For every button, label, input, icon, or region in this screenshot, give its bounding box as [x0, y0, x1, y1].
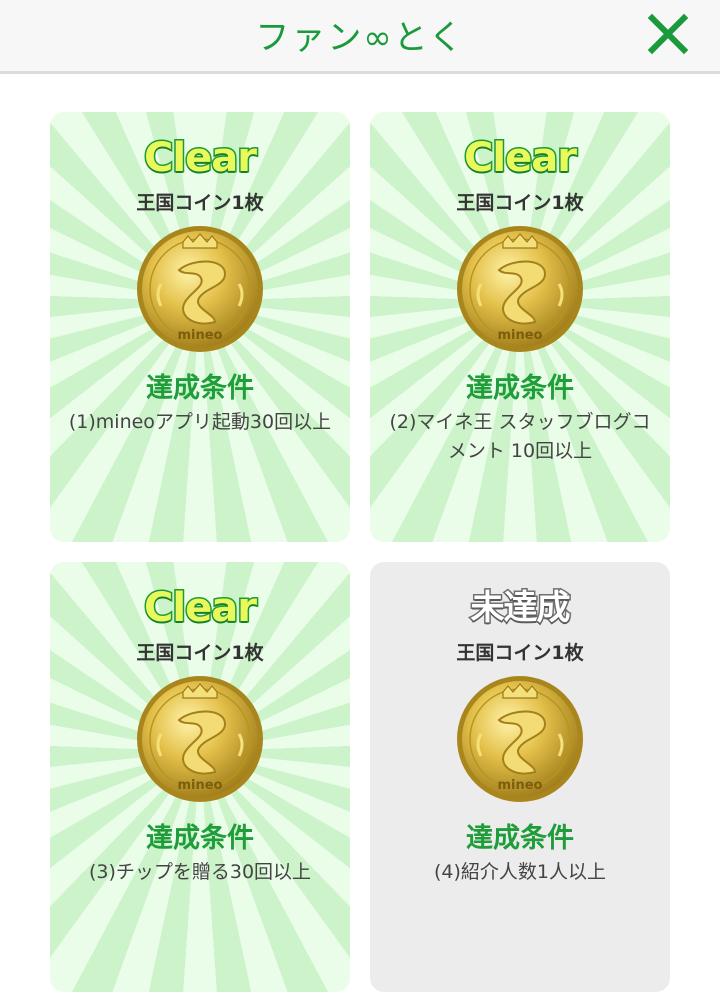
coin-brand: mineo	[177, 778, 222, 793]
reward-label: 王国コイン1枚	[136, 192, 264, 214]
coin-brand: mineo	[177, 328, 222, 343]
mineo-coin-icon: mineo	[137, 226, 263, 352]
status-badge: Clear	[463, 134, 579, 183]
status-badge: Clear	[143, 134, 259, 183]
mission-card[interactable]: Clear 王国コイン1枚 mineo 達成条件 (2)マイネ王 スタッフブログ…	[370, 112, 670, 542]
coin-brand: mineo	[497, 328, 542, 343]
condition-text: (2)マイネ王 スタッフブログコメント 10回以上	[389, 411, 651, 462]
status-badge: 未達成	[469, 587, 572, 630]
condition-title: 達成条件	[146, 823, 254, 854]
condition-title: 達成条件	[466, 373, 574, 404]
mission-card[interactable]: Clear 王国コイン1枚 mineo 達成条件 (3)チップを贈る30回以上	[50, 562, 350, 992]
mission-grid: Clear 王国コイン1枚 mineo 達成条件 (1)mineoアプリ起動30…	[0, 0, 720, 1004]
mineo-coin-icon: mineo	[457, 226, 583, 352]
condition-title: 達成条件	[146, 373, 254, 404]
condition-title: 達成条件	[466, 823, 574, 854]
coin-brand: mineo	[497, 778, 542, 793]
reward-label: 王国コイン1枚	[456, 642, 584, 664]
condition-text: (1)mineoアプリ起動30回以上	[68, 411, 332, 433]
mineo-coin-icon: mineo	[457, 676, 583, 802]
condition-text: (4)紹介人数1人以上	[433, 861, 606, 883]
reward-label: 王国コイン1枚	[136, 642, 264, 664]
mineo-coin-icon: mineo	[137, 676, 263, 802]
status-badge: Clear	[143, 584, 259, 633]
mission-card[interactable]: 未達成 王国コイン1枚 mineo 達成条件 (4)紹介人数1人以上	[370, 562, 670, 992]
reward-label: 王国コイン1枚	[456, 192, 584, 214]
condition-text: (3)チップを贈る30回以上	[88, 861, 312, 883]
mission-card[interactable]: Clear 王国コイン1枚 mineo 達成条件 (1)mineoアプリ起動30…	[50, 112, 350, 542]
